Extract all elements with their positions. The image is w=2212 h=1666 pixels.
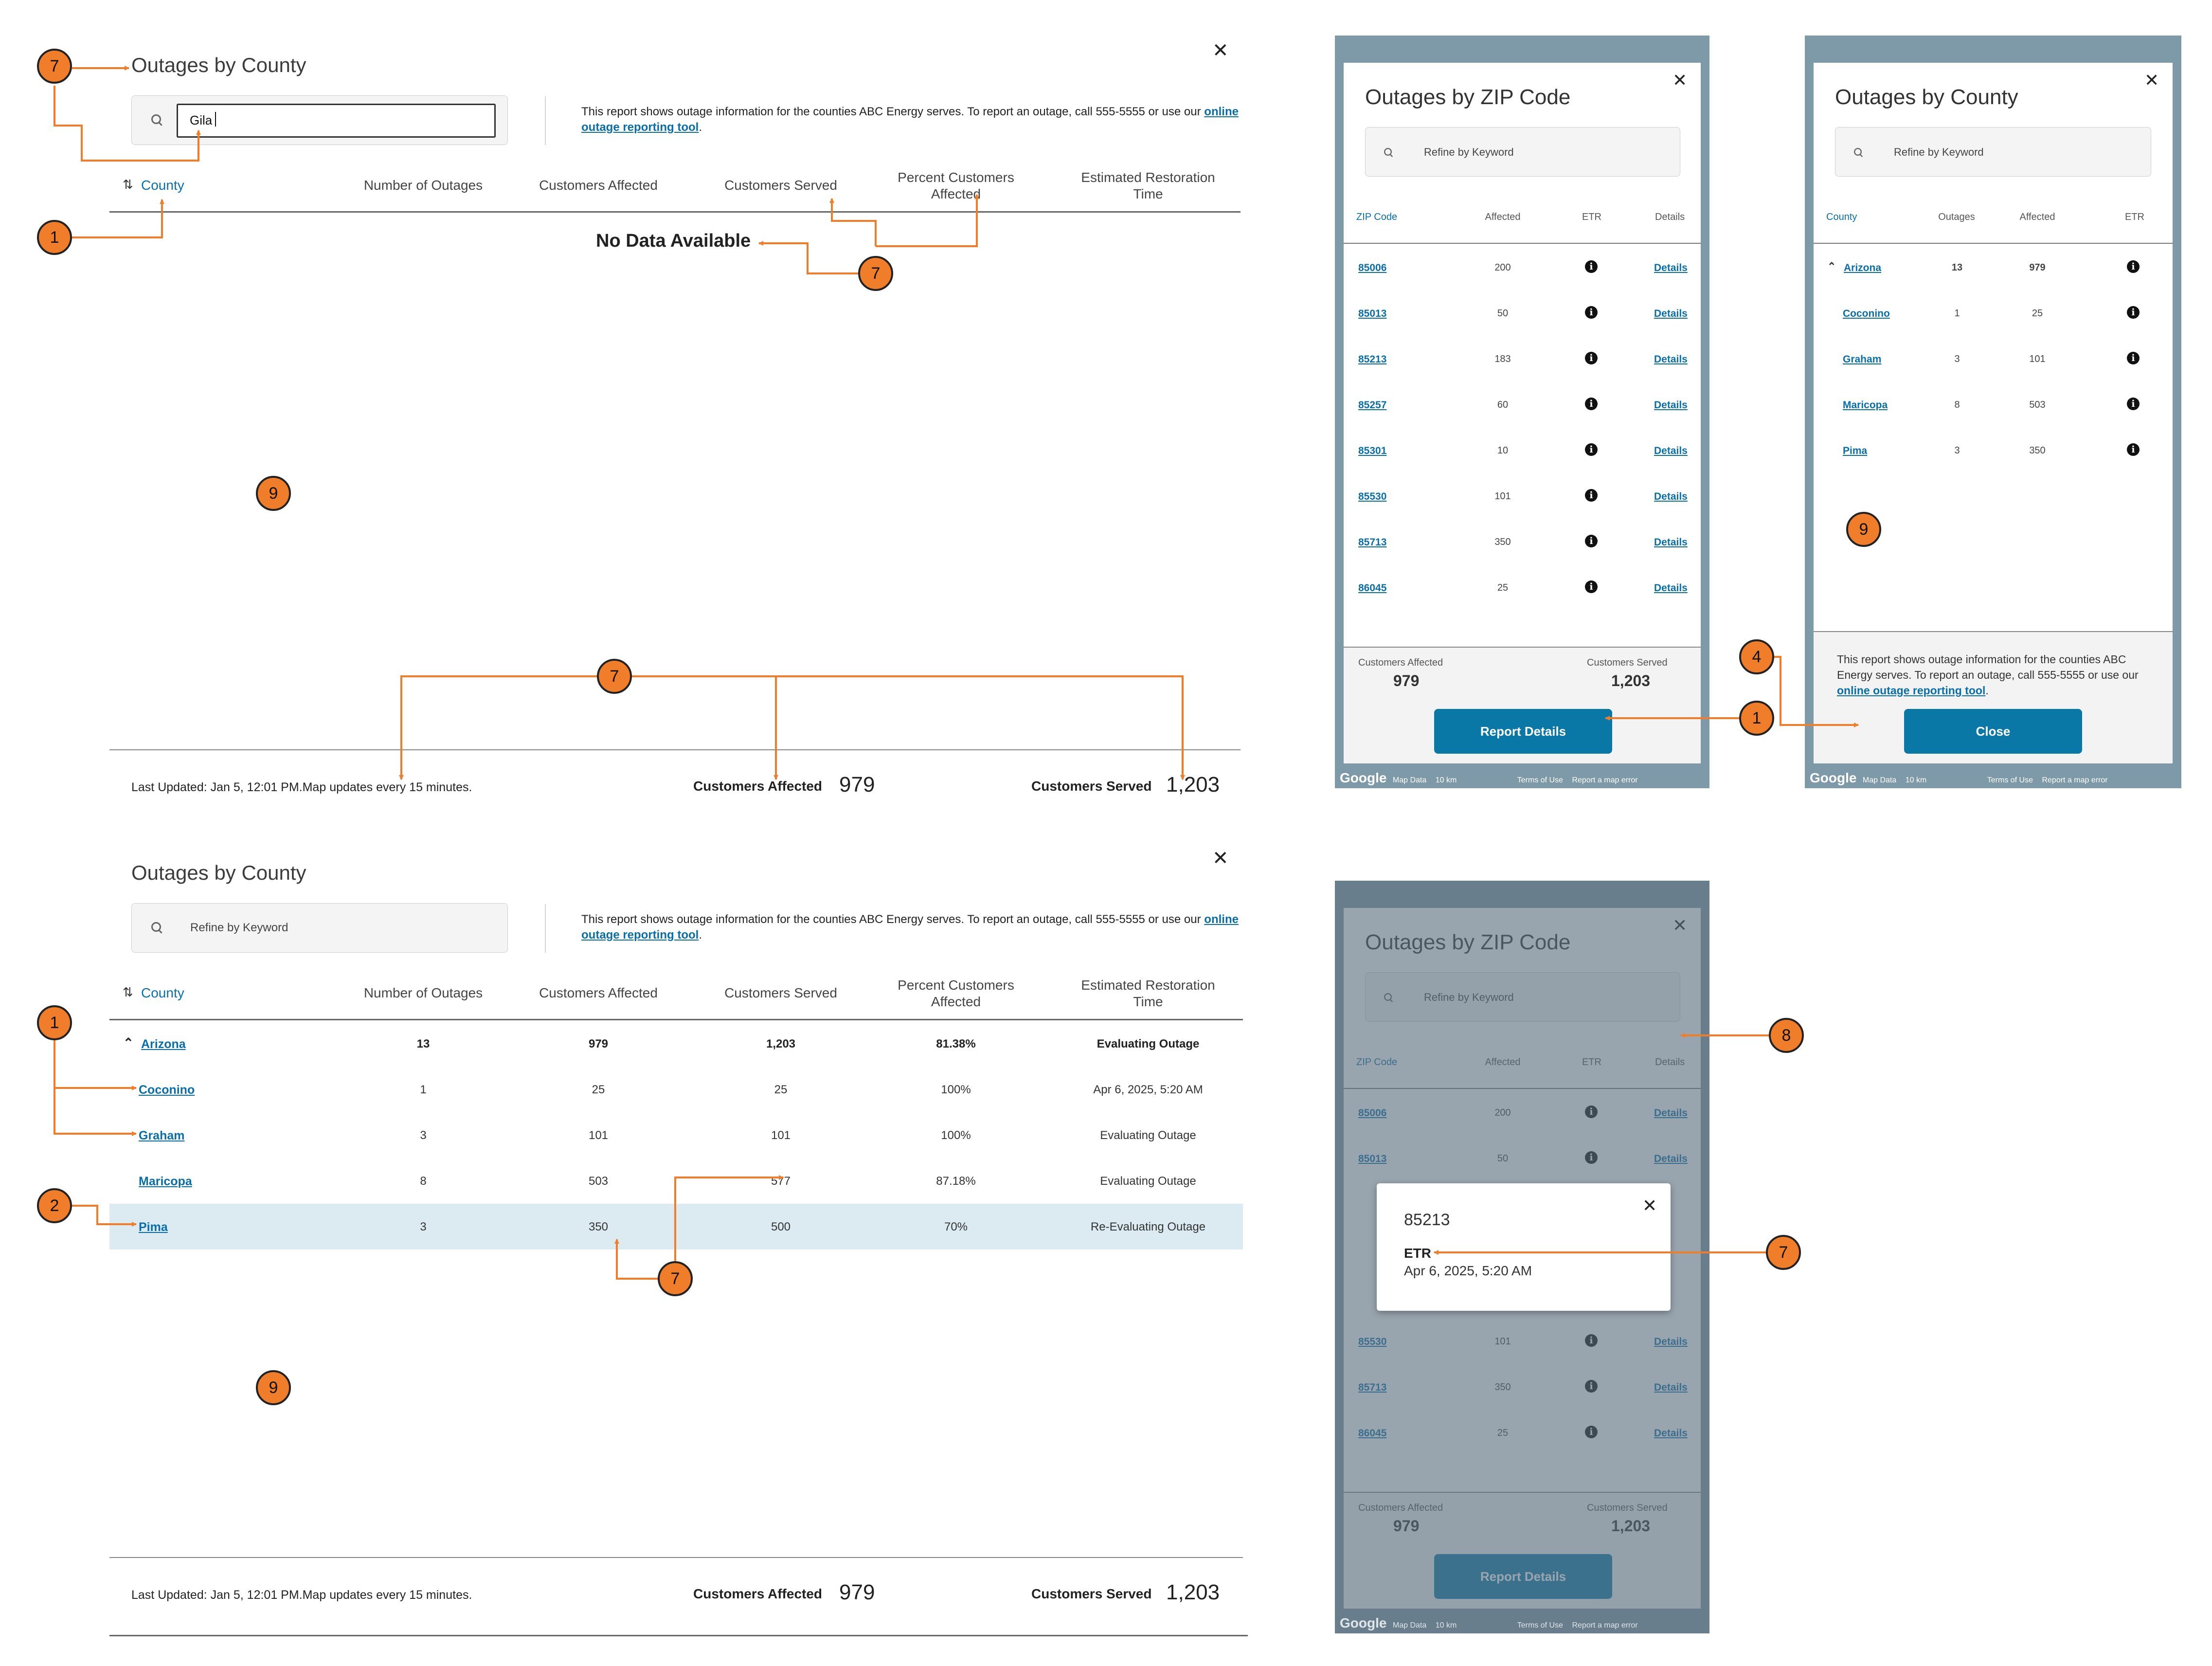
callout-badge: 7	[858, 256, 893, 291]
callout-badge: 7	[37, 49, 72, 84]
callout-badge: 7	[597, 659, 632, 694]
callout-badge: 9	[1846, 512, 1881, 547]
callout-badge: 9	[256, 476, 291, 511]
callout-badge: 2	[37, 1188, 72, 1223]
callout-badge: 4	[1739, 639, 1774, 674]
callout-badge: 1	[37, 220, 72, 255]
callout-badge: 1	[1739, 701, 1774, 736]
annotation-arrows	[54, 66, 1859, 1280]
callout-badge: 7	[658, 1261, 693, 1296]
callout-badge: 7	[1766, 1235, 1801, 1270]
callout-badge: 8	[1769, 1018, 1804, 1053]
callout-badge: 9	[256, 1370, 291, 1405]
callout-badge: 1	[37, 1005, 72, 1040]
